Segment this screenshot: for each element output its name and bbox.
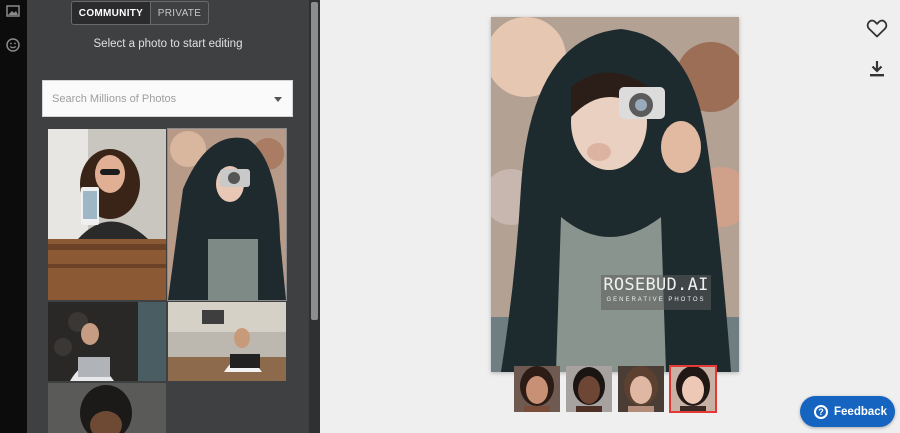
tab-private[interactable]: PRIVATE	[151, 2, 208, 24]
rosebud-watermark: ROSEBUD.AI GENERATIVE PHOTOS	[601, 275, 711, 310]
gallery-instruction: Select a photo to start editing	[93, 38, 243, 50]
thumbnail-photo-selected[interactable]	[167, 128, 287, 301]
watermark-subtitle: GENERATIVE PHOTOS	[606, 297, 706, 303]
face-option-2[interactable]	[566, 366, 612, 412]
editor-photo[interactable]	[491, 17, 739, 372]
face-option-3[interactable]	[618, 366, 664, 412]
download-icon[interactable]	[865, 57, 889, 81]
heart-icon[interactable]	[865, 16, 889, 40]
thumbnail-photo[interactable]	[168, 302, 286, 381]
photo-search[interactable]	[42, 80, 293, 117]
thumbnail-photo[interactable]	[48, 302, 166, 381]
thumbnail-photo[interactable]	[48, 129, 166, 300]
help-icon: ?	[814, 404, 828, 419]
image-icon[interactable]	[5, 3, 21, 19]
thumbnail-photo[interactable]	[48, 383, 166, 433]
smiley-icon[interactable]	[5, 37, 21, 53]
face-option-4[interactable]	[669, 365, 717, 413]
feedback-label: Feedback	[834, 405, 888, 418]
icon-rail	[0, 0, 27, 433]
gallery-tabs: COMMUNITY PRIVATE	[71, 1, 209, 25]
gallery-scroll-thumb[interactable]	[311, 2, 318, 320]
face-option-1[interactable]	[514, 366, 560, 412]
watermark-title: ROSEBUD.AI	[603, 275, 709, 295]
search-input[interactable]	[43, 81, 292, 116]
tab-community[interactable]: COMMUNITY	[72, 2, 151, 24]
chevron-down-icon[interactable]	[274, 97, 282, 102]
feedback-button[interactable]: ? Feedback	[800, 396, 895, 427]
